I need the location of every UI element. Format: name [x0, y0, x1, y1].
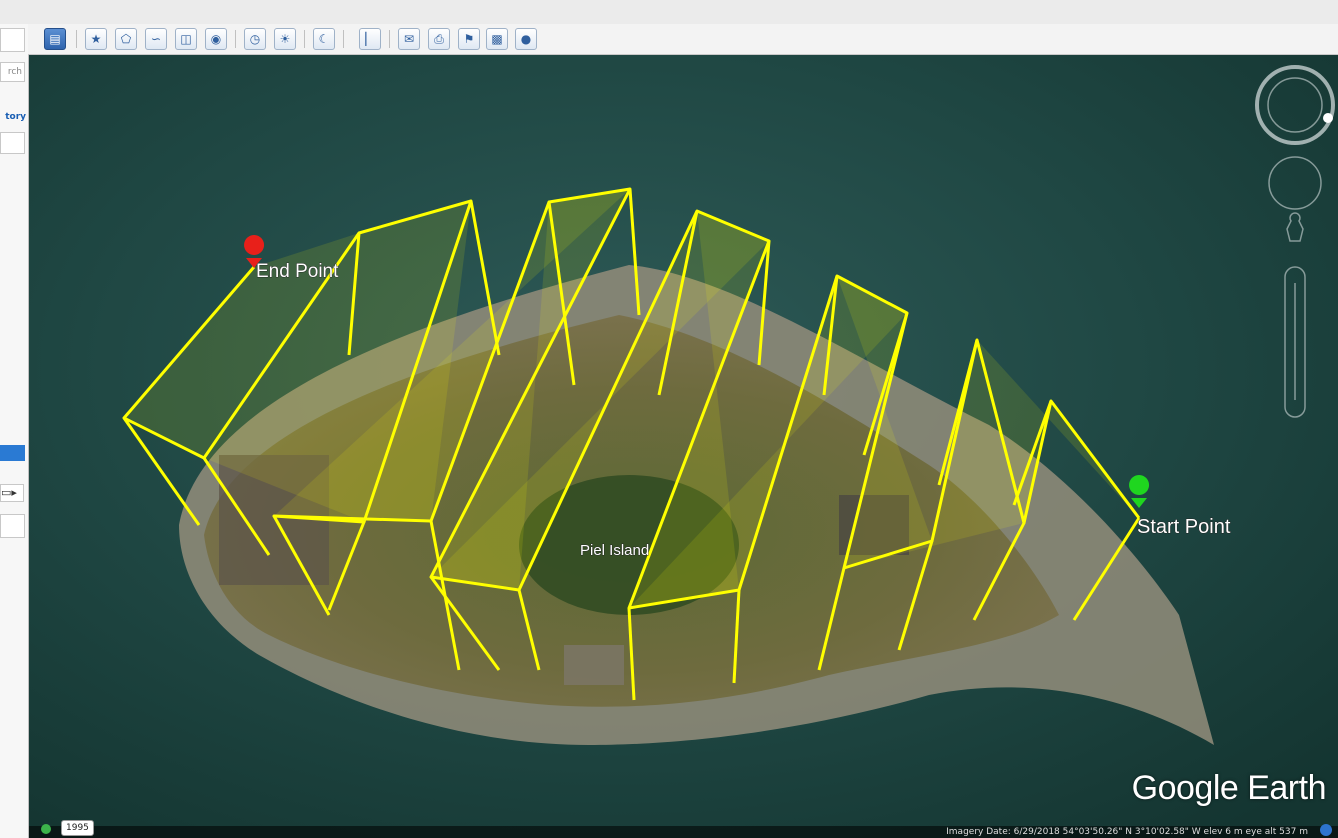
globe-status-icon[interactable]: [1320, 824, 1332, 836]
sidebar-panel: rch tory ▭▸: [0, 24, 29, 838]
end-point-label: End Point: [256, 261, 339, 282]
save-image-icon[interactable]: ▩: [486, 28, 508, 50]
sidebar-field[interactable]: [0, 28, 25, 52]
sunlight-icon[interactable]: ☀: [274, 28, 296, 50]
places-field[interactable]: [0, 132, 25, 154]
layers-field[interactable]: [0, 514, 25, 538]
view-in-maps-icon[interactable]: ⚑: [458, 28, 480, 50]
history-link[interactable]: tory: [0, 112, 26, 122]
toolbar-separator: [304, 30, 305, 48]
toolbar-separator: [389, 30, 390, 48]
search-button[interactable]: rch: [0, 62, 25, 82]
island-label: Piel Island: [580, 542, 649, 559]
elevation-value: 1995: [61, 820, 94, 836]
toolbar-separator: [235, 30, 236, 48]
building: [564, 645, 624, 685]
toolbar: ▤ ★ ⬠ ∽ ◫ ◉ ◷ ☀ ☾ ▏ ✉ ⎙ ⚑ ▩ ●: [28, 24, 1338, 55]
planets-icon[interactable]: ☾: [313, 28, 335, 50]
start-point-label: Start Point: [1137, 516, 1231, 538]
toolbar-separator: [343, 30, 344, 48]
imagery-info: Imagery Date: 6/29/2018 54°03'50.26" N 3…: [946, 827, 1308, 837]
polygon-icon[interactable]: ⬠: [115, 28, 137, 50]
ruler-icon[interactable]: ▏: [359, 28, 381, 50]
path-icon[interactable]: ∽: [145, 28, 167, 50]
print-icon[interactable]: ⎙: [428, 28, 450, 50]
overlay-icon[interactable]: ◫: [175, 28, 197, 50]
selected-place-row[interactable]: [0, 445, 25, 461]
email-icon[interactable]: ✉: [398, 28, 420, 50]
map-viewport[interactable]: End Point Start Point Piel Island Google…: [29, 55, 1338, 838]
title-bar: [0, 0, 1338, 25]
sidebar-toggle-icon[interactable]: ▤: [44, 28, 66, 50]
add-folder-icon[interactable]: ▭▸: [0, 484, 24, 502]
status-bar: 1995 Imagery Date: 6/29/2018 54°03'50.26…: [29, 820, 1338, 838]
google-earth-logo: Google Earth: [1131, 769, 1327, 807]
tour-icon[interactable]: ◉: [205, 28, 227, 50]
globe-icon[interactable]: ●: [515, 28, 537, 50]
placemark-icon[interactable]: ★: [85, 28, 107, 50]
status-indicator-icon: [41, 824, 51, 834]
historical-imagery-icon[interactable]: ◷: [244, 28, 266, 50]
toolbar-separator: [76, 30, 77, 48]
